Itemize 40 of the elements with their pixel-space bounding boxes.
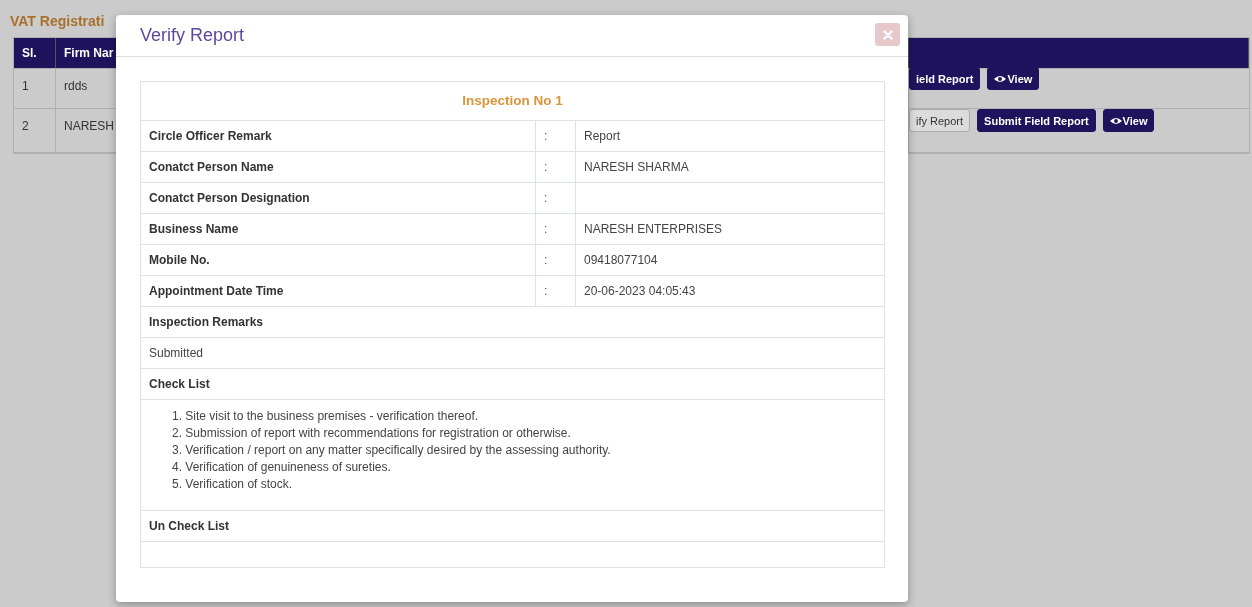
view-button[interactable]: View: [987, 67, 1040, 90]
action-button[interactable]: Submit Field Report: [977, 109, 1096, 132]
section-heading: Un Check List: [148, 518, 230, 535]
colon: :: [536, 245, 576, 275]
checklist-item: 2. Submission of report with recommendations for registration or otherwise.: [172, 425, 571, 442]
field-label: Circle Officer Remark: [141, 121, 536, 151]
colon: :: [536, 152, 576, 182]
checklist-item: 1. Site visit to the business premises - verification thereof.: [172, 408, 479, 425]
action-button[interactable]: ify Report: [909, 109, 971, 132]
checklist-item: 4. Verification of genuineness of sureties.: [172, 459, 391, 476]
view-button[interactable]: View: [1102, 109, 1155, 132]
table-cell: 2: [14, 109, 56, 152]
table-cell: 1: [14, 69, 56, 108]
field-label: Appointment Date Time: [141, 276, 536, 306]
checklist-item: 5. Verification of stock.: [172, 476, 293, 493]
section-heading: Inspection Remarks: [148, 314, 265, 331]
field-label: Business Name: [141, 214, 536, 244]
action-button[interactable]: ield Report: [909, 67, 981, 90]
eye-icon: [994, 74, 1007, 83]
page-heading: VAT Registrati: [10, 12, 106, 31]
close-button[interactable]: [875, 23, 900, 46]
eye-icon: [1109, 116, 1122, 125]
colon: :: [536, 183, 576, 213]
field-value: Report: [583, 128, 622, 145]
field-value: NARESH ENTERPRISES: [583, 221, 724, 238]
field-label: Conatct Person Name: [141, 152, 536, 182]
inspection-title: Inspection No 1: [461, 92, 564, 110]
colon: :: [536, 214, 576, 244]
checklist-item: 3. Verification / report on any matter specifically desired by the assessing authority.: [172, 442, 611, 459]
field-label: Conatct Person Designation: [141, 183, 536, 213]
close-icon: [882, 29, 893, 40]
field-value: 09418077104: [583, 252, 659, 269]
field-value: NARESH SHARMA: [583, 159, 690, 176]
section-heading: Check List: [148, 376, 211, 393]
field-label: Mobile No.: [141, 245, 536, 275]
field-value: 20-06-2023 04:05:43: [583, 283, 697, 300]
section-text: Submitted: [148, 345, 205, 362]
column-header: Sl.: [14, 38, 56, 68]
colon: :: [536, 121, 576, 151]
colon: :: [536, 276, 576, 306]
